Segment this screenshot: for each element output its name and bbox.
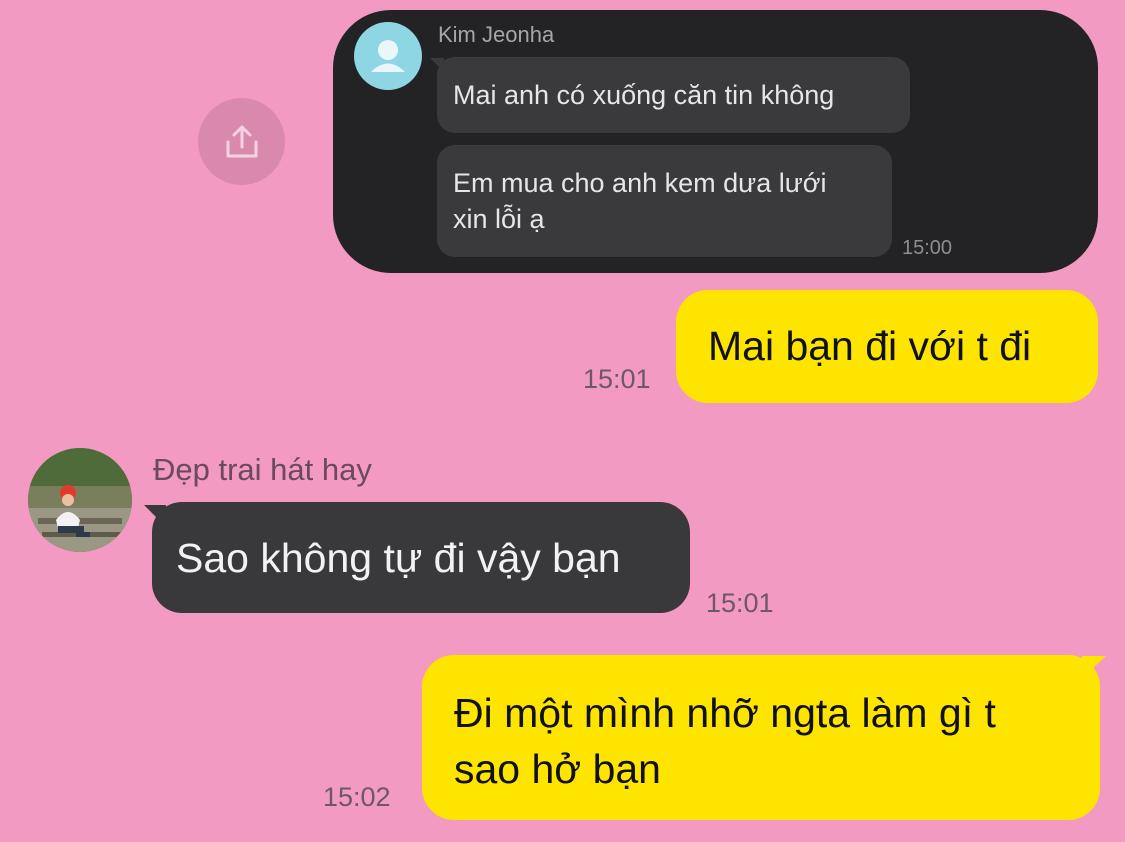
contact-photo xyxy=(28,448,132,552)
share-button[interactable] xyxy=(198,98,285,185)
default-person-icon xyxy=(371,40,405,72)
contact-name: Đẹp trai hát hay xyxy=(153,452,372,487)
forwarded-message-text: Mai anh có xuống căn tin không xyxy=(453,80,835,110)
message-time: 15:01 xyxy=(583,364,651,394)
message-time: 15:01 xyxy=(706,588,774,618)
share-upload-icon xyxy=(226,125,257,157)
forwarded-message-text: Em mua cho anh kem dưa lưới xin lỗi ạ xyxy=(453,168,827,234)
forwarded-message-bubble: Em mua cho anh kem dưa lưới xin lỗi ạ xyxy=(437,145,892,257)
forwarded-message-time: 15:00 xyxy=(902,237,953,259)
incoming-message-bubble[interactable]: Sao không tự đi vậy bạn xyxy=(152,502,690,613)
outgoing-message-bubble[interactable]: Mai bạn đi với t đi xyxy=(676,290,1098,403)
contact-avatar[interactable] xyxy=(28,448,132,552)
forwarded-sender-name: Kim Jeonha xyxy=(438,22,555,47)
forwarded-sender-avatar xyxy=(354,22,422,90)
forwarded-message-bubble: Mai anh có xuống căn tin không xyxy=(437,57,910,133)
message-text: Sao không tự đi vậy bạn xyxy=(176,535,621,581)
message-text: Đi một mình nhỡ ngta làm gì t sao hở bạn xyxy=(454,690,996,792)
message-time: 15:02 xyxy=(323,782,391,812)
outgoing-message-bubble[interactable]: Đi một mình nhỡ ngta làm gì t sao hở bạn xyxy=(422,655,1100,820)
message-text: Mai bạn đi với t đi xyxy=(708,323,1032,369)
